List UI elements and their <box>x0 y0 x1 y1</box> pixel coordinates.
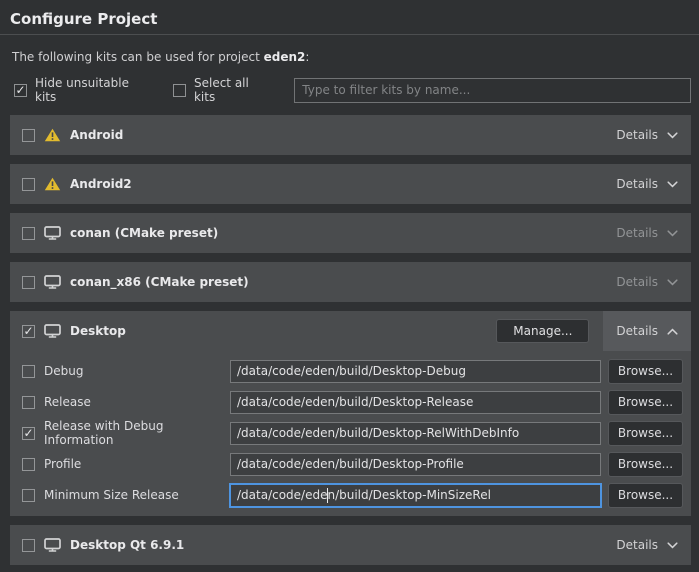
details-button[interactable]: Details <box>603 115 691 155</box>
title-separator <box>0 34 699 35</box>
intro-suffix: : <box>305 50 309 64</box>
warning-icon <box>44 177 61 191</box>
kit-checkbox[interactable]: ✓ <box>22 325 35 338</box>
browse-button[interactable]: Browse... <box>608 359 683 384</box>
build-config-row-profile: ✓ Profile Browse... <box>22 452 683 476</box>
details-label: Details <box>616 275 658 289</box>
build-dir-field-wrap <box>230 484 601 507</box>
kit-list: ✓ Android Details ✓ Android2 Details ✓ c… <box>10 115 691 565</box>
details-button[interactable]: Details <box>603 525 691 565</box>
build-dir-input[interactable] <box>230 422 601 445</box>
checkbox-label: Select all kits <box>194 76 270 104</box>
build-dir-field-wrap <box>230 391 601 414</box>
kit-row-conan: ✓ conan (CMake preset) Details <box>10 213 691 253</box>
project-name: eden2 <box>264 50 306 64</box>
kit-checkbox[interactable]: ✓ <box>22 227 35 240</box>
details-button[interactable]: Details <box>603 164 691 204</box>
check-icon: ✓ <box>23 325 33 337</box>
build-config-row-relwithdebinfo: ✓ Release with Debug Information Browse.… <box>22 421 683 445</box>
desktop-monitor-icon <box>44 226 61 240</box>
desktop-monitor-icon <box>44 538 61 552</box>
chevron-down-icon <box>667 279 678 286</box>
build-dir-input[interactable] <box>230 391 601 414</box>
details-label: Details <box>616 177 658 191</box>
page-title: Configure Project <box>10 10 699 28</box>
chevron-down-icon <box>667 181 678 188</box>
kit-name: Desktop <box>70 324 126 338</box>
warning-icon <box>44 128 61 142</box>
kit-name: Android <box>70 128 123 142</box>
kit-checkbox[interactable]: ✓ <box>22 129 35 142</box>
config-label: Debug <box>44 364 230 378</box>
kit-filter-input[interactable] <box>294 78 691 103</box>
browse-button[interactable]: Browse... <box>608 483 683 508</box>
config-label: Release <box>44 395 230 409</box>
build-dir-field-wrap <box>230 422 601 445</box>
build-dir-input[interactable] <box>230 484 601 507</box>
desktop-monitor-icon <box>44 324 61 338</box>
chevron-down-icon <box>667 230 678 237</box>
config-label: Minimum Size Release <box>44 488 230 502</box>
check-icon: ✓ <box>15 84 25 96</box>
config-checkbox[interactable]: ✓ <box>22 458 35 471</box>
kit-row-android2: ✓ Android2 Details <box>10 164 691 204</box>
build-config-row-debug: ✓ Debug Browse... <box>22 359 683 383</box>
checkbox-box[interactable]: ✓ <box>14 84 27 97</box>
kit-name: Desktop Qt 6.9.1 <box>70 538 184 552</box>
checkbox-box[interactable]: ✓ <box>173 84 186 97</box>
build-config-row-minsizerel: ✓ Minimum Size Release Browse... <box>22 483 683 507</box>
details-label: Details <box>616 324 658 338</box>
configure-project-dialog: Configure Project The following kits can… <box>0 10 699 565</box>
details-button[interactable]: Details <box>603 311 691 351</box>
build-config-list: ✓ Debug Browse... ✓ Release Browse. <box>10 359 691 507</box>
kit-name: conan (CMake preset) <box>70 226 218 240</box>
details-button[interactable]: Details <box>603 213 691 253</box>
details-button[interactable]: Details <box>603 262 691 302</box>
kit-row-desktop: ✓ Desktop Manage... Details <box>10 311 691 351</box>
kit-name: conan_x86 (CMake preset) <box>70 275 249 289</box>
manage-kits-button[interactable]: Manage... <box>496 319 589 343</box>
intro-prefix: The following kits can be used for proje… <box>12 50 264 64</box>
details-label: Details <box>616 226 658 240</box>
config-checkbox[interactable]: ✓ <box>22 489 35 502</box>
kits-toolbar: ✓ Hide unsuitable kits ✓ Select all kits <box>14 76 691 104</box>
select-all-kits-checkbox[interactable]: ✓ Select all kits <box>173 76 270 104</box>
build-config-row-release: ✓ Release Browse... <box>22 390 683 414</box>
browse-button[interactable]: Browse... <box>608 452 683 477</box>
chevron-down-icon <box>667 542 678 549</box>
browse-button[interactable]: Browse... <box>608 390 683 415</box>
kit-section-desktop: ✓ Desktop Manage... Details ✓ Debug <box>10 311 691 516</box>
check-icon: ✓ <box>23 427 33 439</box>
kit-row-desktop-qt-691: ✓ Desktop Qt 6.9.1 Details <box>10 525 691 565</box>
kit-row-conan-x86: ✓ conan_x86 (CMake preset) Details <box>10 262 691 302</box>
kit-row-android: ✓ Android Details <box>10 115 691 155</box>
config-checkbox[interactable]: ✓ <box>22 427 35 440</box>
build-dir-field-wrap <box>230 360 601 383</box>
config-checkbox[interactable]: ✓ <box>22 396 35 409</box>
chevron-up-icon <box>667 328 678 335</box>
checkbox-label: Hide unsuitable kits <box>35 76 149 104</box>
kit-checkbox[interactable]: ✓ <box>22 539 35 552</box>
details-label: Details <box>616 128 658 142</box>
text-caret <box>327 488 328 503</box>
kit-name: Android2 <box>70 177 132 191</box>
config-label: Profile <box>44 457 230 471</box>
desktop-monitor-icon <box>44 275 61 289</box>
build-dir-input[interactable] <box>230 453 601 476</box>
kit-checkbox[interactable]: ✓ <box>22 276 35 289</box>
details-label: Details <box>616 538 658 552</box>
config-label: Release with Debug Information <box>44 419 230 447</box>
hide-unsuitable-kits-checkbox[interactable]: ✓ Hide unsuitable kits <box>14 76 149 104</box>
chevron-down-icon <box>667 132 678 139</box>
config-checkbox[interactable]: ✓ <box>22 365 35 378</box>
build-dir-input[interactable] <box>230 360 601 383</box>
kit-checkbox[interactable]: ✓ <box>22 178 35 191</box>
build-dir-field-wrap <box>230 453 601 476</box>
intro-text: The following kits can be used for proje… <box>12 50 699 64</box>
browse-button[interactable]: Browse... <box>608 421 683 446</box>
